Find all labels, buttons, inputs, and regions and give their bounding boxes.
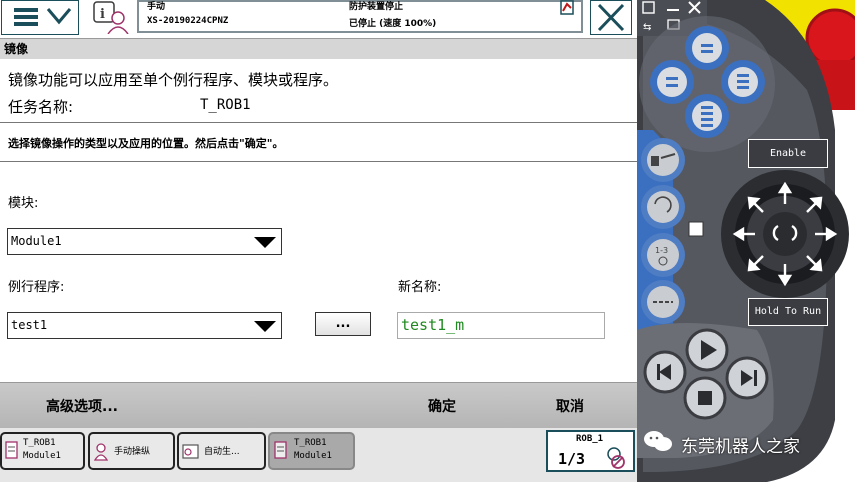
routine-select[interactable]: test1	[7, 312, 282, 339]
window-title: 镜像	[4, 42, 29, 56]
jogging-icon	[93, 443, 109, 461]
increment-fraction: 1/3	[558, 450, 586, 468]
start-button[interactable]	[685, 328, 729, 372]
task-value: T_ROB1	[200, 97, 251, 113]
divider	[0, 161, 637, 162]
controller-id: XS-20190224CPNZ	[147, 16, 229, 26]
toggle-motion-mode-button[interactable]	[641, 185, 685, 229]
close-icon	[597, 3, 625, 32]
watermark-text: 东莞机器人之家	[681, 437, 800, 457]
hold-to-run-label: Hold To Run	[748, 298, 828, 326]
taskbar-item-line1: 自动生...	[204, 447, 240, 457]
module-label: 模块:	[8, 196, 39, 211]
auto-production-icon	[182, 444, 199, 459]
taskbar-item-jogging[interactable]: 手动操纵	[88, 432, 175, 470]
taskbar-item-line1: T_ROB1	[294, 438, 327, 448]
divider	[0, 122, 637, 123]
taskbar-item-auto-production[interactable]: 自动生...	[177, 432, 266, 470]
task-label: 任务名称:	[8, 98, 74, 116]
taskbar-item-mirror-active[interactable]: T_ROB1 Module1	[268, 432, 355, 470]
routine-select-value: test1	[11, 318, 48, 332]
ok-button[interactable]: 确定	[428, 396, 456, 416]
svg-text:i: i	[100, 7, 105, 22]
taskbar-item-line1: T_ROB1	[23, 438, 56, 448]
select-mechanical-unit-button[interactable]	[641, 138, 685, 182]
instruction-text: 选择镜像操作的类型以及应用的位置。然后点击"确定"。	[8, 137, 284, 150]
module-select[interactable]: Module1	[7, 228, 282, 255]
advanced-options-button[interactable]: 高级选项...	[46, 396, 118, 416]
robot-status-icon	[560, 0, 574, 15]
quickset-button[interactable]: ROB_1 1/3	[546, 430, 635, 472]
chevron-down-icon	[254, 237, 276, 248]
new-name-input[interactable]: test1_m	[397, 312, 605, 339]
routine-label: 例行程序:	[8, 280, 65, 295]
hamburger-icon	[14, 8, 72, 26]
window-title-bar: 镜像	[0, 38, 637, 59]
status-panel: 手动 XS-20190224CPNZ 防护装置停止 已停止 (速度 100%)	[137, 0, 583, 33]
programmable-key-2[interactable]	[650, 60, 694, 104]
module-select-value: Module1	[11, 234, 62, 248]
intro-text: 镜像功能可以应用至单个例行程序、模块或程序。	[8, 71, 339, 89]
new-name-label: 新名称:	[398, 280, 442, 295]
stop-button[interactable]	[683, 376, 727, 420]
programmable-key-3[interactable]	[721, 60, 765, 104]
program-icon	[274, 441, 287, 459]
enable-label: Enable	[748, 139, 828, 168]
programmable-key-4[interactable]	[685, 94, 729, 138]
mode-text: 手动	[147, 2, 166, 12]
new-name-value: test1_m	[401, 316, 465, 334]
robot-unit-label: ROB_1	[576, 434, 604, 444]
step-forward-button[interactable]	[725, 356, 769, 400]
svg-text:⇆: ⇆	[643, 22, 651, 33]
toggle-increment-button[interactable]	[641, 280, 685, 324]
taskbar-item-line1: 手动操纵	[114, 447, 151, 457]
taskbar-item-program-editor[interactable]: T_ROB1 Module1	[0, 432, 85, 470]
taskbar-item-line2: Module1	[23, 451, 61, 461]
svg-text:1-3: 1-3	[655, 246, 668, 255]
chevron-down-icon	[254, 321, 276, 332]
close-button[interactable]	[590, 0, 632, 35]
taskbar-item-line2: Module1	[294, 451, 332, 461]
main-menu-button[interactable]	[1, 0, 79, 35]
wechat-logo-icon	[644, 431, 672, 451]
flexpendant-panel: ⇆ 1-3 Enable Hold To Run 东莞机器人之家	[637, 0, 855, 482]
cancel-button[interactable]: 取消	[556, 396, 584, 416]
event-log-icon[interactable]: i	[92, 0, 132, 35]
guard-status: 防护装置停止	[349, 2, 404, 12]
action-bar: 高级选项... 确定 取消	[0, 382, 637, 429]
flexpendant-body: ⇆ 1-3	[637, 0, 855, 482]
toggle-axes-button[interactable]: 1-3	[641, 233, 685, 277]
programmable-key-1[interactable]	[685, 26, 729, 70]
program-icon	[5, 441, 18, 459]
robot-speed-icon	[607, 447, 625, 469]
step-backward-button[interactable]	[643, 350, 687, 394]
browse-button[interactable]: ...	[315, 312, 371, 336]
run-status: 已停止 (速度 100%)	[349, 19, 437, 29]
